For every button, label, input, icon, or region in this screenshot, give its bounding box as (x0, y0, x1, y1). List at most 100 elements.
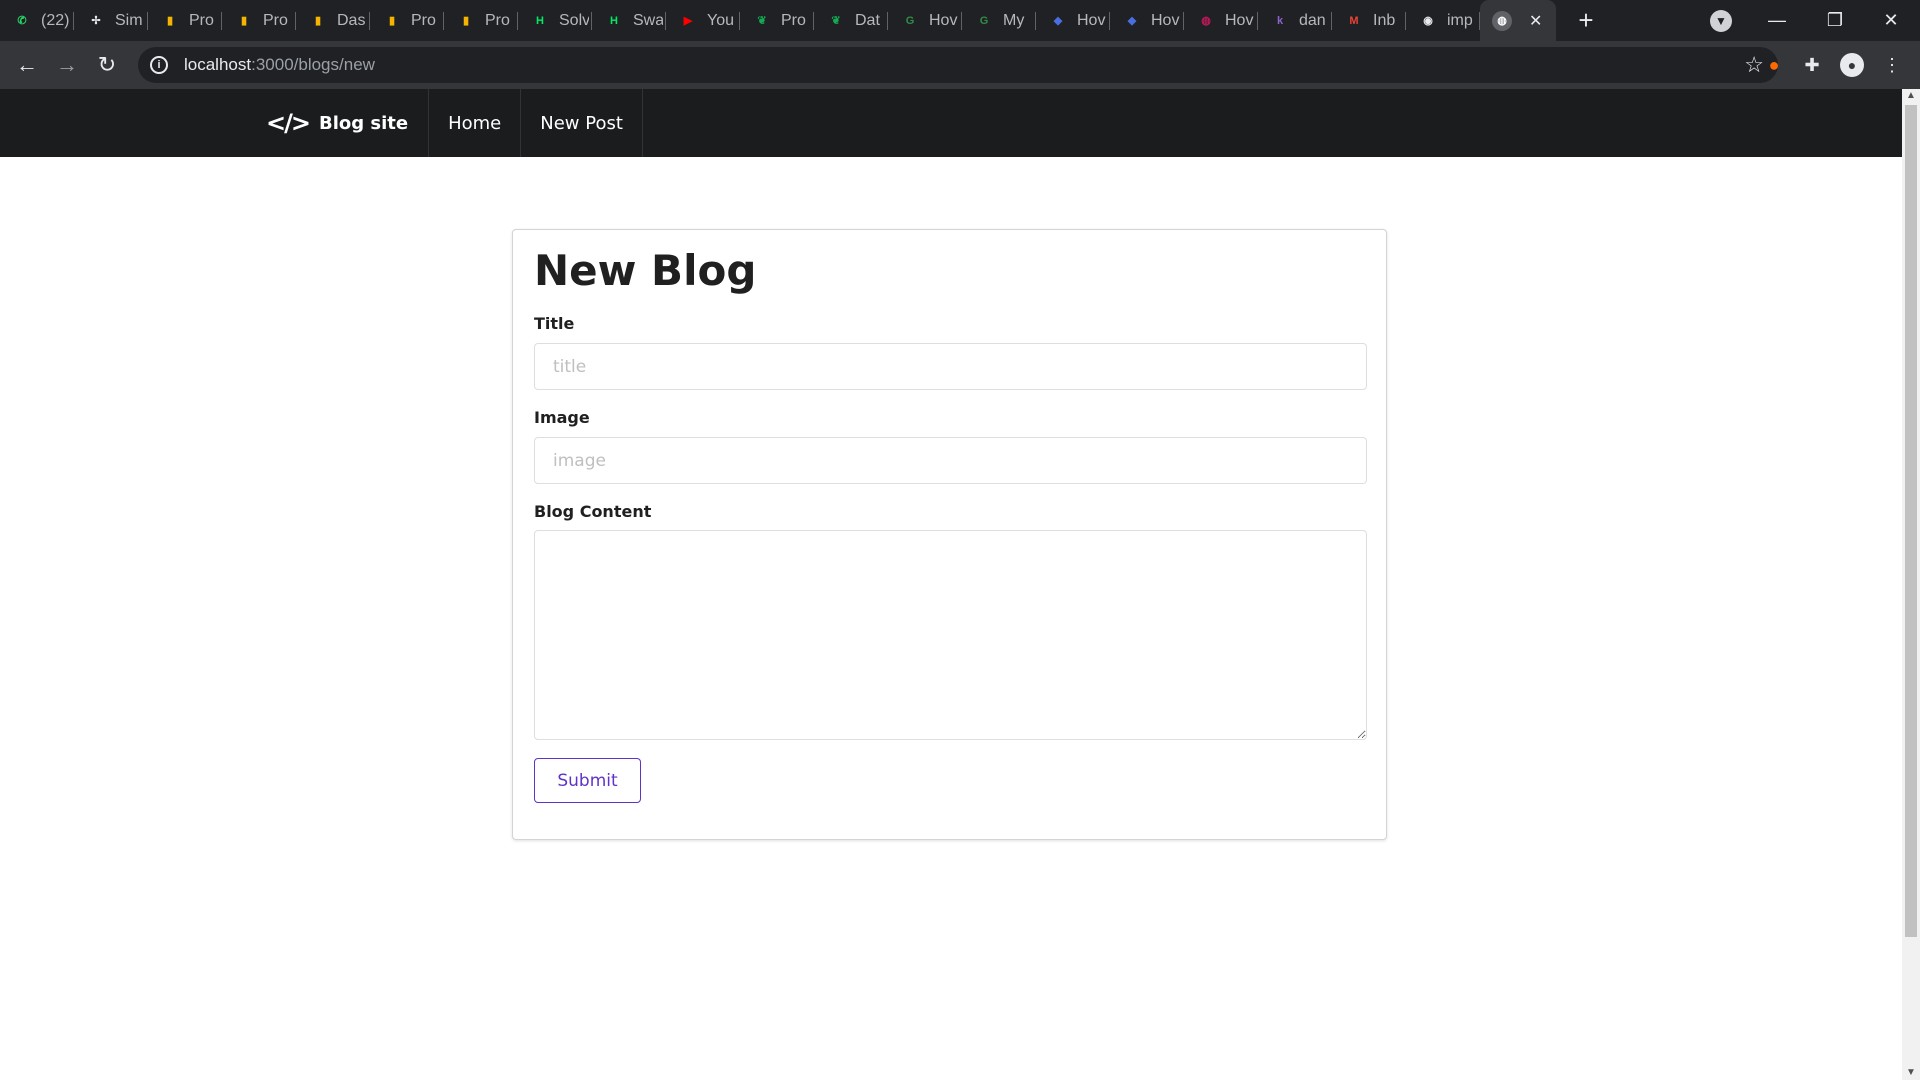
extensions-puzzle-icon[interactable]: ✚ (1800, 53, 1824, 77)
browser-tab[interactable]: ◉ imp (1406, 0, 1480, 41)
blog-content-textarea[interactable] (534, 530, 1367, 740)
tab-title: You (707, 11, 734, 29)
title-label: Title (534, 314, 575, 333)
arrow-left-icon: ← (16, 52, 38, 77)
gmail-icon: M (1349, 14, 1359, 27)
active-tab[interactable]: ◍ ✕ (1480, 0, 1556, 41)
menu-dots-icon[interactable]: ⋮ (1880, 53, 1904, 77)
browser-tab[interactable]: ◆ Hov (1110, 0, 1184, 41)
scroll-thumb[interactable] (1905, 105, 1917, 937)
browser-tab[interactable]: ▮ Pro (222, 0, 296, 41)
tab-title: Hov (1151, 11, 1180, 29)
globe-icon: ◍ (1492, 10, 1512, 31)
blog-content-label: Blog Content (534, 502, 652, 521)
pinwheel-icon: ✢ (91, 15, 101, 27)
browser-tab[interactable]: k dan (1258, 0, 1332, 41)
tab-title: Dat (855, 11, 880, 29)
tab-title: Hov (929, 11, 958, 29)
restore-button[interactable]: ❐ (1806, 0, 1864, 41)
browser-tab[interactable]: G Hov (888, 0, 962, 41)
tab-title: Sim (115, 11, 143, 29)
reload-icon: ↻ (97, 52, 117, 77)
tab-title: imp (1447, 11, 1473, 29)
scroll-up-icon[interactable]: ▲ (1906, 91, 1916, 101)
reload-button[interactable]: ↻ (93, 51, 121, 79)
site-navbar: </> Blog site Home New Post (0, 89, 1902, 157)
tabs-container: ✆ (22) ✢ Sim ▮ Pro ▮ Pro ▮ Das ▮ Pro ▮ Pro H Solv H Swa ▶ Y… (0, 0, 1480, 41)
bar-chart-icon: ▮ (314, 15, 322, 27)
title-input[interactable] (534, 343, 1367, 390)
browser-tab-strip: ✆ (22) ✢ Sim ▮ Pro ▮ Pro ▮ Das ▮ Pro ▮ Pro H Solv H Swa ▶ Y… (0, 0, 1920, 41)
browser-tab[interactable]: ▶ You (666, 0, 740, 41)
mongodb-leaf-icon: ❦ (831, 15, 841, 27)
globe-icon: ◍ (1201, 15, 1211, 27)
tab-title: (22) (41, 11, 70, 29)
shield-icon: ◆ (1127, 15, 1137, 27)
nav-item-home[interactable]: Home (429, 89, 522, 157)
hackerrank-icon: H (536, 14, 544, 27)
image-label: Image (534, 408, 590, 427)
bar-chart-icon: ▮ (462, 15, 470, 27)
url-text: localhost:3000/blogs/new (184, 55, 375, 74)
browser-tab[interactable]: ▮ Pro (444, 0, 518, 41)
code-icon: </> (266, 109, 311, 137)
browser-tab[interactable]: ❦ Pro (740, 0, 814, 41)
new-tab-button[interactable]: + (1564, 0, 1608, 41)
shield-icon: ◆ (1053, 15, 1063, 27)
browser-tab[interactable]: ◆ Hov (1036, 0, 1110, 41)
tab-title: Hov (1225, 11, 1254, 29)
brand-name: Blog site (318, 112, 409, 134)
bar-chart-icon: ▮ (240, 15, 248, 27)
tab-title: Pro (485, 11, 510, 29)
tab-title: Pro (189, 11, 214, 29)
minimize-button[interactable]: — (1748, 0, 1806, 41)
bar-chart-icon: ▮ (166, 15, 174, 27)
bar-chart-icon: ▮ (388, 15, 396, 27)
page-title: New Blog (534, 246, 757, 295)
youtube-icon: ▶ (683, 15, 693, 27)
browser-tab[interactable]: ❦ Dat (814, 0, 888, 41)
submit-button[interactable]: Submit (534, 758, 641, 803)
tab-search-button[interactable]: ▼ (1710, 10, 1732, 32)
nav-item-new-post[interactable]: New Post (521, 89, 643, 157)
new-blog-form-card: New Blog Title Image Blog Content Submit (512, 229, 1387, 840)
arrow-right-icon: → (56, 52, 78, 77)
extension-fire-icon[interactable]: ● (1762, 53, 1786, 77)
browser-tab[interactable]: G My (962, 0, 1036, 41)
forward-button[interactable]: → (53, 51, 81, 79)
browser-tab[interactable]: H Solv (518, 0, 592, 41)
back-button[interactable]: ← (13, 51, 41, 79)
address-bar[interactable]: i localhost:3000/blogs/new ☆ (138, 47, 1778, 83)
tab-title: Solv (559, 11, 589, 29)
k-icon: k (1276, 14, 1284, 27)
scroll-down-icon[interactable]: ▼ (1906, 1068, 1916, 1078)
page-scrollbar[interactable]: ▲ ▼ (1902, 89, 1920, 1080)
browser-toolbar: ← → ↻ i localhost:3000/blogs/new ☆ ● ✚ ●… (0, 41, 1920, 89)
browser-tab[interactable]: ✆ (22) (0, 0, 74, 41)
gfg-icon: G (979, 14, 989, 27)
tab-title: Pro (263, 11, 288, 29)
tab-title: dan (1299, 11, 1326, 29)
browser-tab[interactable]: ✢ Sim (74, 0, 148, 41)
tab-title: Hov (1077, 11, 1106, 29)
browser-tab[interactable]: ▮ Pro (148, 0, 222, 41)
image-input[interactable] (534, 437, 1367, 484)
brand-link[interactable]: </> Blog site (266, 89, 430, 157)
gfg-icon: G (905, 14, 915, 27)
close-icon[interactable]: ✕ (1529, 11, 1542, 31)
tab-title: Pro (781, 11, 806, 29)
mongodb-leaf-icon: ❦ (757, 15, 767, 27)
tab-title: Das (337, 11, 366, 29)
browser-tab[interactable]: H Swa (592, 0, 666, 41)
browser-tab[interactable]: M Inb (1332, 0, 1406, 41)
profile-avatar[interactable]: ● (1840, 53, 1864, 77)
whatsapp-icon: ✆ (17, 15, 27, 27)
close-window-button[interactable]: ✕ (1862, 0, 1920, 41)
browser-tab[interactable]: ◍ Hov (1184, 0, 1258, 41)
tab-title: Inb (1373, 11, 1396, 29)
tab-title: Pro (411, 11, 436, 29)
info-icon[interactable]: i (150, 56, 168, 74)
browser-tab[interactable]: ▮ Das (296, 0, 370, 41)
browser-tab[interactable]: ▮ Pro (370, 0, 444, 41)
tab-title: My (1003, 11, 1025, 29)
